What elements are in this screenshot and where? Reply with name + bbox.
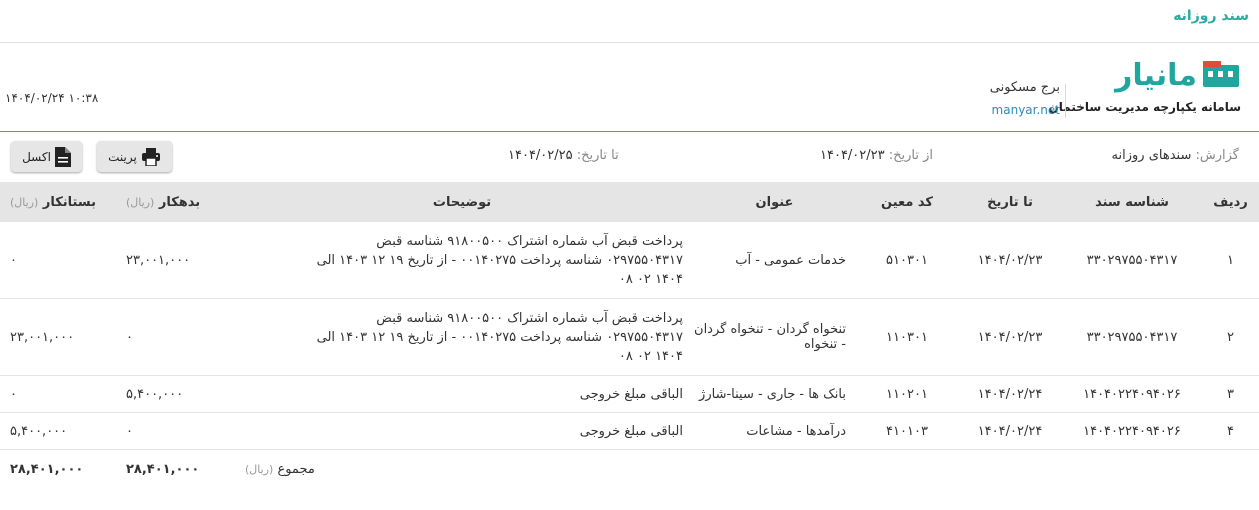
cell-to-date: ۱۴۰۴/۰۲/۲۴ <box>958 412 1062 450</box>
credit-header-label: بستانکار <box>42 194 96 210</box>
cell-to-date: ۱۴۰۴/۰۲/۲۴ <box>958 375 1062 413</box>
description-line: ۱۴۰۴ ۰۲ ۰۸ <box>618 348 683 364</box>
col-header-title: عنوان <box>693 182 856 222</box>
brand-block: مانیار سامانه یکپارچه مدیریت ساختمان <box>1049 58 1241 124</box>
cell-description: الباقی مبلغ خروجی <box>231 375 693 413</box>
total-credit: ۲۸,۴۰۱,۰۰۰ <box>10 461 84 477</box>
cell-debit: ۰ <box>116 412 231 450</box>
table-row: ۲ ۳۳۰۲۹۷۵۵۰۴۳۱۷ ۱۴۰۴/۰۲/۲۳ ۱۱۰۳۰۱ تنخواه گرد… <box>0 298 1259 376</box>
cell-account-code: ۱۱۰۲۰۱ <box>856 375 958 413</box>
excel-button[interactable]: اکسل <box>11 141 82 172</box>
page-title: سند روزانه <box>1173 8 1249 24</box>
description-line: الباقی مبلغ خروجی <box>579 386 683 402</box>
excel-button-label: اکسل <box>22 149 51 164</box>
brand-tagline: سامانه یکپارچه مدیریت ساختمان <box>1048 100 1241 114</box>
cell-debit: ۲۳,۰۰۱,۰۰۰ <box>116 222 231 299</box>
printer-icon <box>141 147 160 166</box>
col-header-desc: توضیحات <box>231 182 693 222</box>
col-header-debit: بدهکار (ریال) <box>116 182 231 222</box>
col-header-row: ردیف <box>1202 182 1259 222</box>
cell-debit: ۰ <box>116 298 231 376</box>
cell-credit: ۵,۴۰۰,۰۰۰ <box>0 412 116 450</box>
col-header-doc-id: شناسه سند <box>1062 182 1202 222</box>
col-header-credit: بستانکار (ریال) <box>0 182 116 222</box>
cell-row-number: ۳ <box>1202 375 1259 413</box>
col-header-code: کد معین <box>856 182 958 222</box>
cell-credit: ۲۳,۰۰۱,۰۰۰ <box>0 298 116 376</box>
cell-doc-id: ۳۳۰۲۹۷۵۵۰۴۳۱۷ <box>1062 298 1202 376</box>
cell-debit: ۵,۴۰۰,۰۰۰ <box>116 375 231 413</box>
total-debit: ۲۸,۴۰۱,۰۰۰ <box>126 461 200 477</box>
cell-title: درآمدها - مشاعات <box>693 412 856 450</box>
cell-doc-id: ۱۴۰۴۰۲۲۴۰۹۴۰۲۶ <box>1062 375 1202 413</box>
org-website-link[interactable]: manyar.net <box>992 103 1060 117</box>
debit-header-label: بدهکار <box>158 194 201 210</box>
total-unit: (ریال) <box>245 462 274 476</box>
top-divider <box>0 42 1259 43</box>
brand-logo: مانیار <box>1115 58 1241 94</box>
org-name: برج مسکونی <box>989 80 1060 95</box>
description-line: ۱۴۰۴ ۰۲ ۰۸ <box>618 271 683 287</box>
cell-account-code: ۱۱۰۳۰۱ <box>856 298 958 376</box>
cell-credit: ۰ <box>0 375 116 413</box>
brand-separator <box>1065 84 1066 118</box>
cell-title: خدمات عمومی - آب <box>693 222 856 299</box>
description-line: الباقی مبلغ خروجی <box>579 423 683 439</box>
description-line: پرداخت قبض آب شماره اشتراک ۹۱۸۰۰۵۰۰ شناس… <box>376 233 683 249</box>
cell-account-code: ۵۱۰۳۰۱ <box>856 222 958 299</box>
cell-row-number: ۴ <box>1202 412 1259 450</box>
table-row: ۴ ۱۴۰۴۰۲۲۴۰۹۴۰۲۶ ۱۴۰۴/۰۲/۲۴ ۴۱۰۱۰۳ درآمدها -… <box>0 412 1259 450</box>
building-logo-icon <box>1203 61 1239 87</box>
cell-description: الباقی مبلغ خروجی <box>231 412 693 450</box>
print-button-label: پرینت <box>108 149 137 164</box>
to-date-field: تا تاریخ: ۱۴۰۴/۰۲/۲۵ <box>508 148 619 163</box>
cell-account-code: ۴۱۰۱۰۳ <box>856 412 958 450</box>
cell-description: پرداخت قبض آب شماره اشتراک ۹۱۸۰۰۵۰۰ شناس… <box>231 222 693 299</box>
brand-name: مانیار <box>1115 58 1197 93</box>
vouchers-table: ردیف شناسه سند تا تاریخ کد معین عنوان تو… <box>0 182 1259 488</box>
from-date-value: ۱۴۰۴/۰۲/۲۳ <box>820 148 885 163</box>
cell-description: پرداخت قبض آب شماره اشتراک ۹۱۸۰۰۵۰۰ شناس… <box>231 298 693 376</box>
cell-title: بانک ها - جاری - سینا-شارژ <box>693 375 856 413</box>
cell-doc-id: ۱۴۰۴۰۲۲۴۰۹۴۰۲۶ <box>1062 412 1202 450</box>
to-date-label: تا تاریخ: <box>576 148 619 163</box>
table-body: ۱ ۳۳۰۲۹۷۵۵۰۴۳۱۷ ۱۴۰۴/۰۲/۲۳ ۵۱۰۳۰۱ خدمات عموم… <box>0 222 1259 450</box>
debit-header-unit: (ریال) <box>126 195 155 209</box>
table-row: ۳ ۱۴۰۴۰۲۲۴۰۹۴۰۲۶ ۱۴۰۴/۰۲/۲۴ ۱۱۰۲۰۱ بانک ها -… <box>0 375 1259 413</box>
document-icon <box>54 146 71 167</box>
report-name: سندهای روزانه <box>1111 148 1192 163</box>
col-header-to-date: تا تاریخ <box>958 182 1062 222</box>
cell-row-number: ۱ <box>1202 222 1259 299</box>
credit-header-unit: (ریال) <box>10 195 39 209</box>
table-total-row: مجموع (ریال) ۲۸,۴۰۱,۰۰۰ ۲۸,۴۰۱,۰۰۰ <box>0 450 1259 489</box>
total-label: مجموع <box>277 461 315 477</box>
header-divider <box>0 131 1259 132</box>
report-label: گزارش: <box>1195 148 1239 163</box>
table-row: ۱ ۳۳۰۲۹۷۵۵۰۴۳۱۷ ۱۴۰۴/۰۲/۲۳ ۵۱۰۳۰۱ خدمات عموم… <box>0 222 1259 299</box>
cell-row-number: ۲ <box>1202 298 1259 376</box>
description-line: ۰۲۹۷۵۵۰۴۳۱۷ شناسه پرداخت ۰۰۱۴۰۲۷۵ - از ت… <box>316 252 683 268</box>
description-line: پرداخت قبض آب شماره اشتراک ۹۱۸۰۰۵۰۰ شناس… <box>376 310 683 326</box>
cell-to-date: ۱۴۰۴/۰۲/۲۳ <box>958 298 1062 376</box>
cell-doc-id: ۳۳۰۲۹۷۵۵۰۴۳۱۷ <box>1062 222 1202 299</box>
to-date-value: ۱۴۰۴/۰۲/۲۵ <box>508 148 573 163</box>
print-button[interactable]: پرینت <box>97 141 172 172</box>
cell-to-date: ۱۴۰۴/۰۲/۲۳ <box>958 222 1062 299</box>
cell-title: تنخواه گردان - تنخواه گردان - تنخواه <box>693 298 856 376</box>
description-line: ۰۲۹۷۵۵۰۴۳۱۷ شناسه پرداخت ۰۰۱۴۰۲۷۵ - از ت… <box>316 329 683 345</box>
print-datetime: ۱۴۰۴/۰۲/۲۴ ۱۰:۳۸ <box>5 91 99 105</box>
table-header-row: ردیف شناسه سند تا تاریخ کد معین عنوان تو… <box>0 182 1259 222</box>
cell-credit: ۰ <box>0 222 116 299</box>
from-date-label: از تاریخ: <box>888 148 934 163</box>
total-label-cell: مجموع (ریال) <box>231 450 1259 489</box>
report-name-field: گزارش: سندهای روزانه <box>1112 148 1239 163</box>
from-date-field: از تاریخ: ۱۴۰۴/۰۲/۲۳ <box>820 148 933 163</box>
